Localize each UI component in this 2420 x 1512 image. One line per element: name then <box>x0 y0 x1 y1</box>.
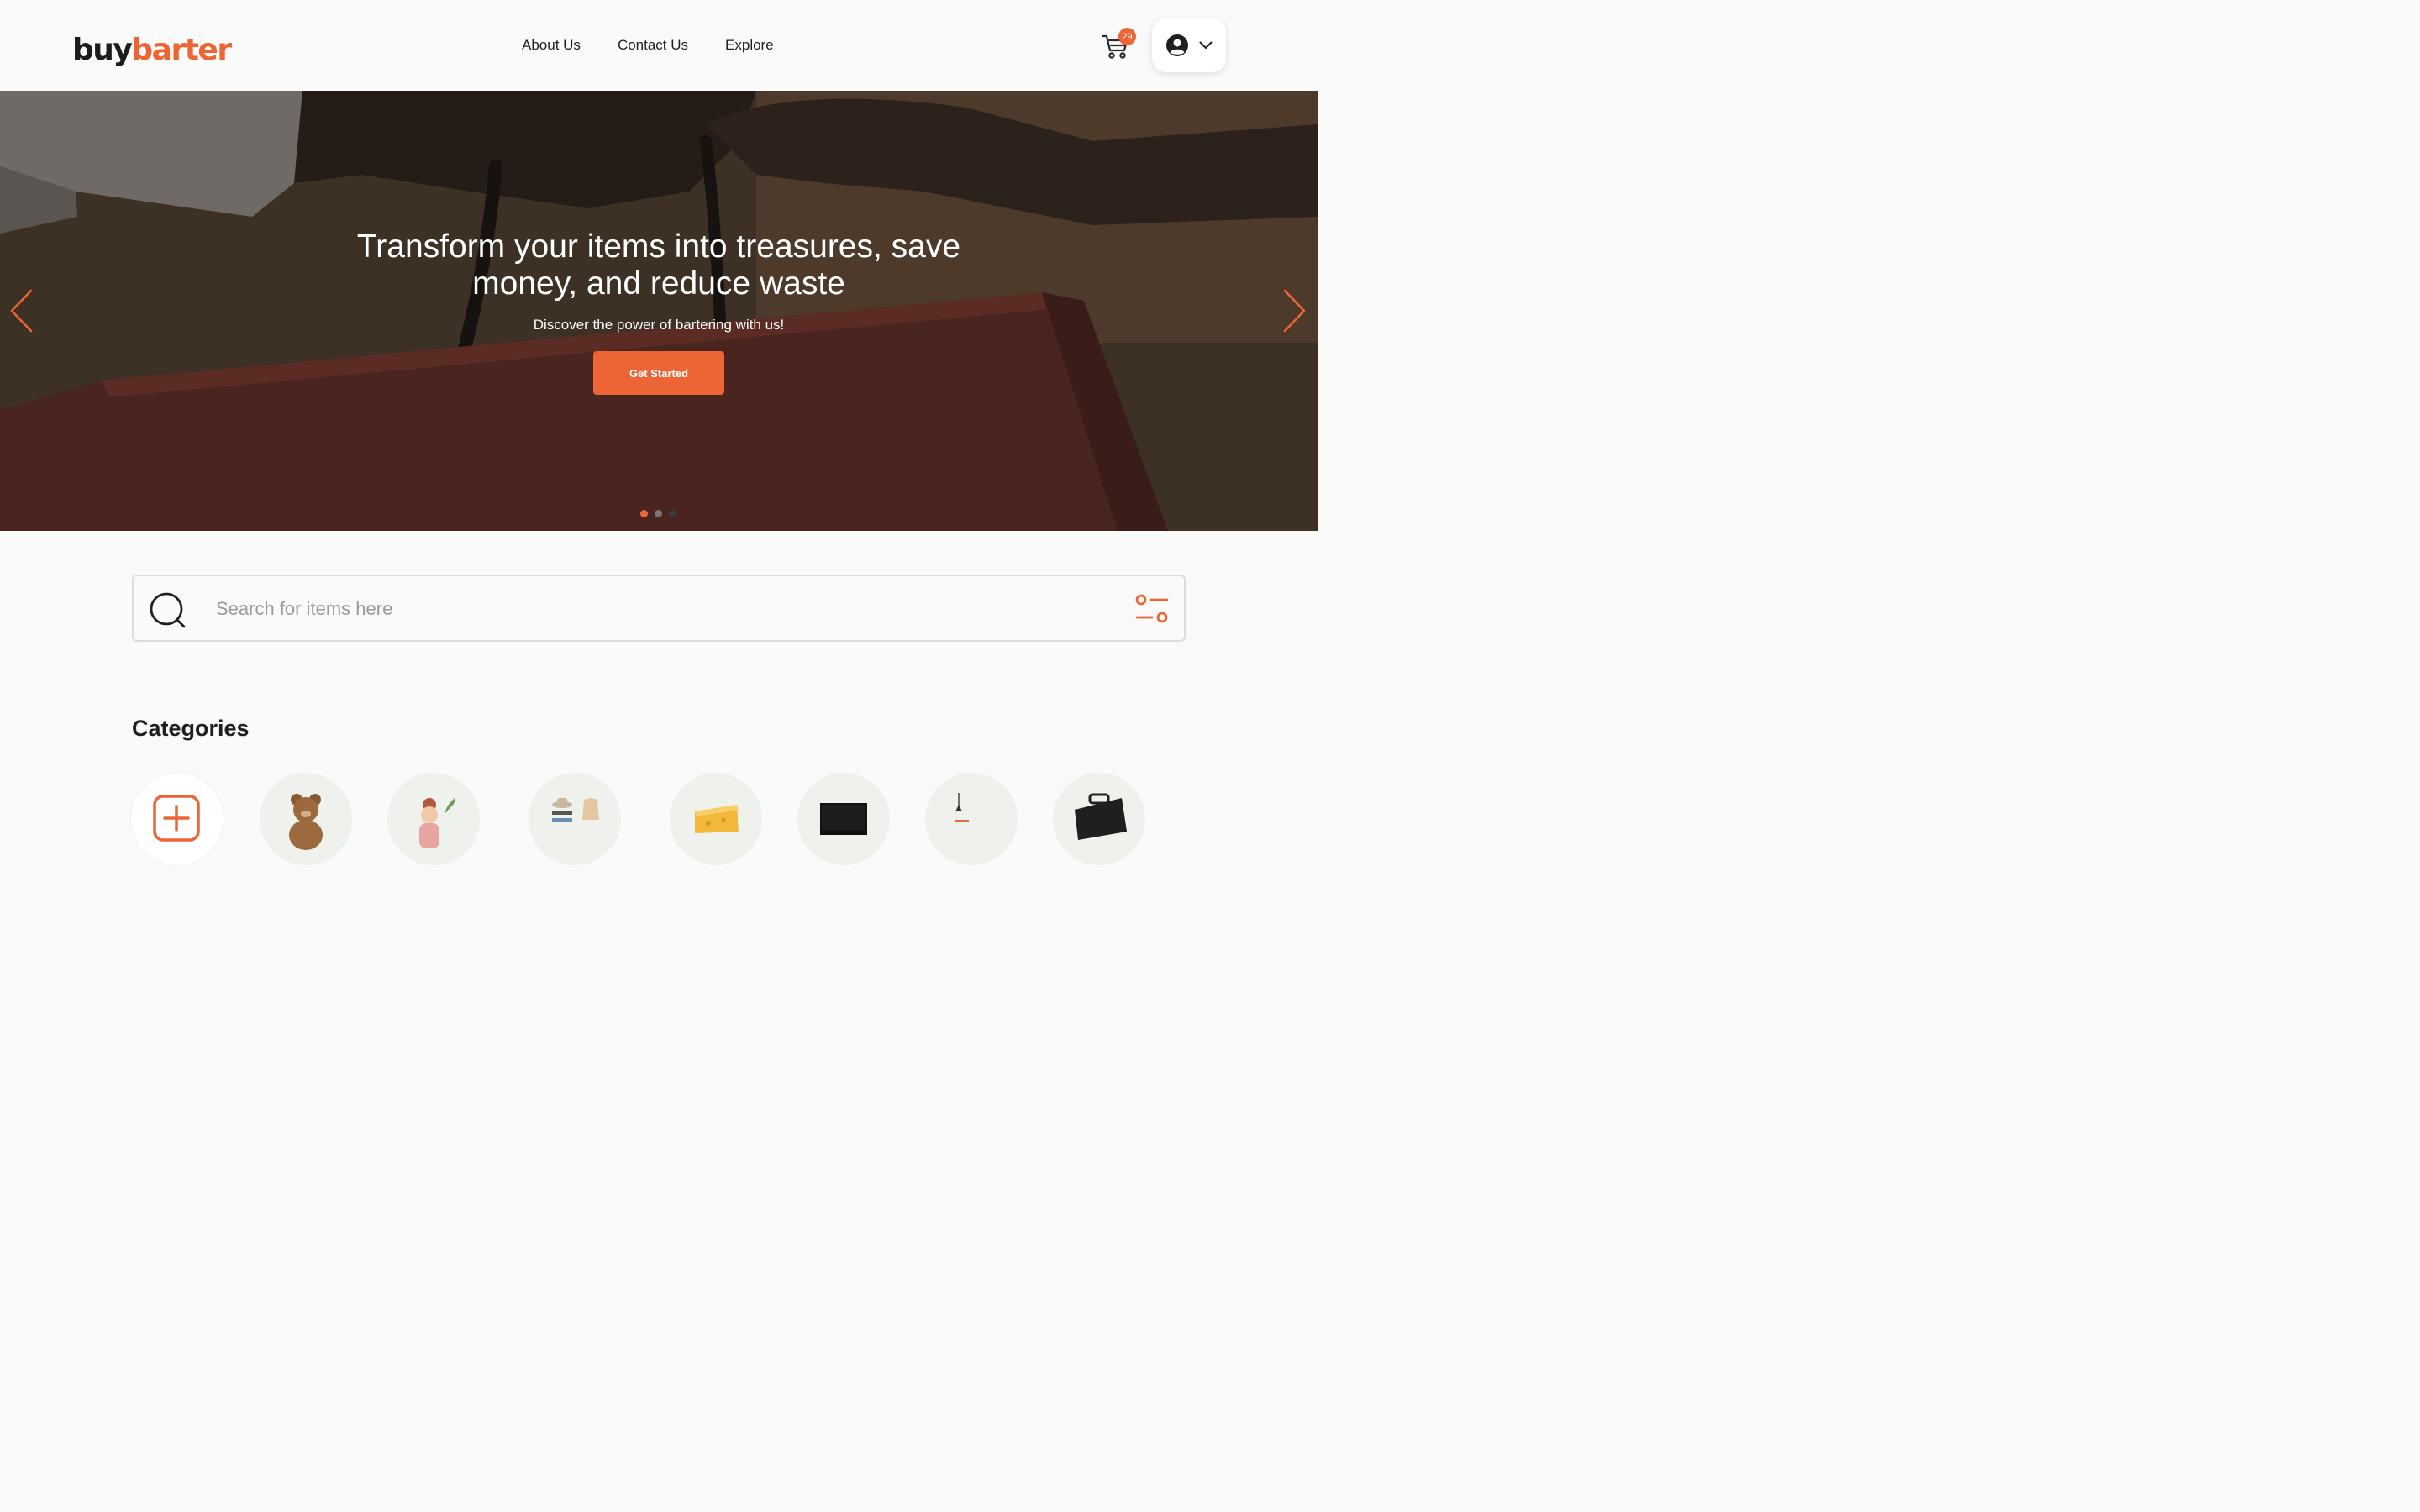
main-nav: About Us Contact Us Explore <box>522 37 774 54</box>
briefcase-icon[interactable] <box>1053 773 1145 865</box>
logo-buy-text: buy <box>72 33 133 67</box>
carousel-prev-arrow-icon[interactable] <box>8 289 34 333</box>
site-header: buy barter About Us Contact Us Explore 29 <box>0 0 1318 91</box>
chevron-down-icon <box>1199 41 1213 49</box>
hero-title: Transform your items into treasures, sav… <box>356 228 961 302</box>
food-icon[interactable] <box>670 773 762 865</box>
hero-subtitle: Discover the power of bartering with us! <box>533 317 785 333</box>
search-bar <box>132 575 1186 642</box>
nav-explore[interactable]: Explore <box>725 37 774 54</box>
buybarter-logo[interactable]: buy barter <box>72 25 232 67</box>
filter-icon[interactable] <box>1135 593 1169 625</box>
search-icon[interactable] <box>149 591 187 630</box>
search-input[interactable] <box>216 593 1098 625</box>
beauty-icon[interactable] <box>387 773 480 865</box>
add-category-icon[interactable] <box>131 773 224 865</box>
nav-contact-us[interactable]: Contact Us <box>618 37 688 54</box>
get-started-button[interactable]: Get Started <box>593 351 724 395</box>
electronics-icon[interactable] <box>797 773 890 865</box>
cart-count-badge: 29 <box>1118 28 1136 45</box>
profile-menu-button[interactable] <box>1152 18 1226 72</box>
carousel-dots <box>640 510 676 517</box>
clothing-icon[interactable] <box>529 773 621 865</box>
nav-about-us[interactable]: About Us <box>522 37 581 54</box>
logo-barter-text: barter <box>131 33 232 67</box>
categories-title: Categories <box>132 716 250 741</box>
carousel-dot-1[interactable] <box>640 510 648 517</box>
hero-content: Transform your items into treasures, sav… <box>0 91 1318 531</box>
carousel-next-arrow-icon[interactable] <box>1282 289 1307 333</box>
teddy-bear-icon[interactable] <box>260 773 352 865</box>
carousel-dot-2[interactable] <box>655 510 662 517</box>
hero-carousel: Transform your items into treasures, sav… <box>0 91 1318 531</box>
home-decor-icon[interactable] <box>925 773 1018 865</box>
user-circle-icon <box>1166 34 1188 56</box>
carousel-dot-3[interactable] <box>669 510 676 517</box>
